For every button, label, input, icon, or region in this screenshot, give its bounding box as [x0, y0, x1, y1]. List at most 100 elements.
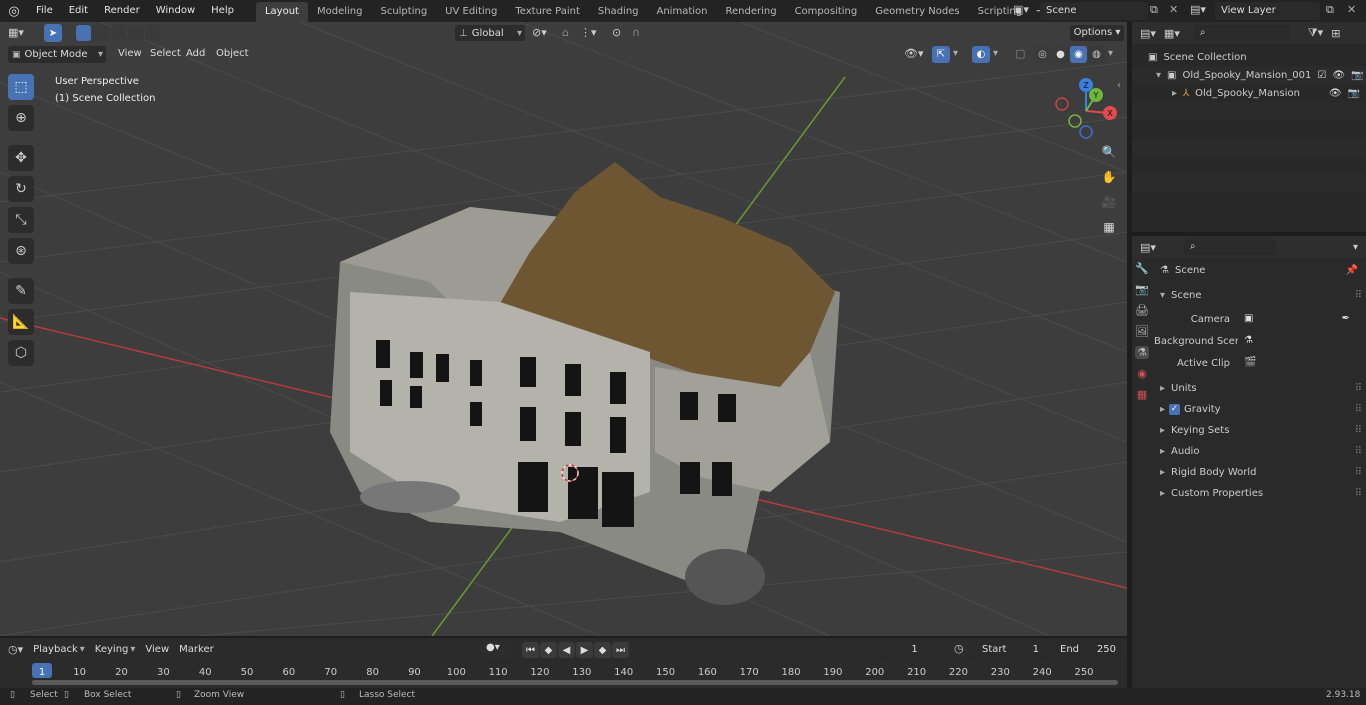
menu-playback[interactable]: Playback — [33, 644, 78, 655]
gizmo-neg-z-icon[interactable] — [1079, 125, 1093, 139]
section-rigid-body-world[interactable]: ▸ Rigid Body World ⠿ — [1154, 462, 1366, 483]
proportional-edit-icon[interactable]: ⊙ — [612, 26, 621, 39]
menu-add[interactable]: Add — [186, 48, 205, 59]
menu-view[interactable]: View — [118, 48, 142, 59]
view-layer-icon[interactable]: ▤▾ — [1190, 3, 1206, 16]
add-cube-tool-icon[interactable]: ⬡ — [8, 340, 34, 366]
blender-logo-icon[interactable]: ◎ — [0, 4, 28, 19]
outliner-editor-icon[interactable]: ▤▾ — [1140, 27, 1156, 40]
editor-type-button[interactable]: ▦▾ — [8, 26, 24, 39]
snap-target-icon[interactable]: ⋮▾ — [580, 26, 597, 39]
overlays-dropdown-icon[interactable]: ▾ — [993, 48, 998, 59]
section-audio[interactable]: ▸ Audio ⠿ — [1154, 441, 1366, 462]
transform-orientation-dropdown[interactable]: ⊥ Global ▾ — [455, 25, 525, 41]
start-frame-field[interactable]: Start 1 — [970, 641, 1045, 659]
camera-icon[interactable]: 📷 — [1348, 88, 1360, 99]
menu-select[interactable]: Select — [150, 48, 181, 59]
scene-type-icon[interactable]: ▣▾ — [1013, 3, 1037, 19]
tab-uv-editing[interactable]: UV Editing — [436, 2, 506, 22]
select-box-tool-icon[interactable]: ⬚ — [8, 74, 34, 100]
pin-icon[interactable]: 📌 — [1346, 265, 1358, 276]
select-invert-icon[interactable] — [128, 25, 144, 41]
tab-texture-paint[interactable]: Texture Paint — [506, 2, 589, 22]
eye-icon[interactable]: 👁 — [1329, 88, 1342, 99]
section-gravity[interactable]: ▸ ✓ Gravity ⠿ — [1154, 399, 1366, 420]
properties-options-icon[interactable]: ▾ — [1353, 242, 1358, 253]
pivot-point-icon[interactable]: ⊘▾ — [532, 26, 547, 39]
menu-edit[interactable]: Edit — [61, 0, 96, 22]
next-keyframe-icon[interactable]: ◆ — [594, 642, 611, 658]
properties-editor-icon[interactable]: ▤▾ — [1140, 241, 1156, 254]
move-tool-icon[interactable]: ✥ — [8, 145, 34, 171]
tab-compositing[interactable]: Compositing — [786, 2, 867, 22]
drag-handle-icon[interactable]: ⠿ — [1355, 488, 1362, 499]
menu-timeline-view[interactable]: View — [145, 644, 169, 655]
filter-icon[interactable]: ⧩▾ — [1308, 26, 1323, 40]
scene-props-icon[interactable]: ⚗ — [1135, 346, 1149, 359]
gizmo-neg-y-icon[interactable] — [1068, 114, 1082, 128]
select-subtract-icon[interactable] — [110, 25, 127, 41]
shading-modes[interactable]: ◎ ● ◉ ◍ — [1034, 46, 1105, 63]
gizmo-dropdown-icon[interactable]: ▾ — [953, 48, 958, 59]
preview-range-icon[interactable]: ◷ — [954, 642, 964, 655]
exclude-checkbox-icon[interactable]: ☑ — [1317, 70, 1326, 81]
new-collection-icon[interactable]: ⊞ — [1331, 27, 1340, 40]
3d-viewport[interactable]: ▦▾ ➤ ⊥ Global ▾ ⊘▾ ⌂ ⋮▾ ⊙ ∩ Options ▾ ▣ … — [0, 22, 1127, 636]
tab-shading[interactable]: Shading — [589, 2, 648, 22]
visibility-icon[interactable]: 👁▾ — [904, 47, 924, 60]
world-props-icon[interactable]: ◉ — [1137, 367, 1147, 380]
texture-props-icon[interactable]: ▦ — [1137, 388, 1147, 401]
view-layer-props-icon[interactable]: 🖼 — [1135, 325, 1149, 338]
select-new-icon[interactable] — [76, 25, 92, 41]
material-preview-shading-icon[interactable]: ◉ — [1070, 46, 1087, 63]
prev-keyframe-icon[interactable]: ◆ — [540, 642, 557, 658]
drag-handle-icon[interactable]: ⠿ — [1355, 290, 1362, 301]
tool-settings-icon[interactable]: 🔧 — [1135, 262, 1149, 275]
expand-arrow-icon[interactable]: ▾ — [1156, 70, 1161, 81]
select-intersect-icon[interactable] — [145, 25, 162, 41]
wireframe-shading-icon[interactable]: ◎ — [1034, 46, 1051, 63]
outliner-row-mansion-001[interactable]: ▾ ▣ Old_Spooky_Mansion_001 ☑ 👁 📷 — [1132, 66, 1366, 84]
annotate-tool-icon[interactable]: ✎ — [8, 278, 34, 304]
rotate-tool-icon[interactable]: ↻ — [8, 176, 34, 202]
falloff-icon[interactable]: ∩ — [632, 26, 640, 39]
drag-handle-icon[interactable]: ⠿ — [1355, 446, 1362, 457]
select-extend-icon[interactable] — [93, 25, 109, 41]
select-tool-button[interactable]: ➤ — [44, 24, 62, 42]
new-view-layer-icon[interactable]: ⧉ — [1326, 3, 1334, 17]
outliner-search-input[interactable]: ⌕ — [1193, 25, 1290, 41]
tab-rendering[interactable]: Rendering — [716, 2, 785, 22]
timeline-scrollbar[interactable] — [32, 680, 1118, 685]
drag-handle-icon[interactable]: ⠿ — [1355, 404, 1362, 415]
expand-arrow-icon[interactable]: ▸ — [1172, 88, 1177, 99]
menu-window[interactable]: Window — [148, 0, 203, 22]
delete-scene-icon[interactable]: ✕ — [1169, 3, 1178, 16]
section-keying-sets[interactable]: ▸ Keying Sets ⠿ — [1154, 420, 1366, 441]
menu-object[interactable]: Object — [216, 48, 249, 59]
properties-search-input[interactable]: ⌕ — [1183, 239, 1276, 255]
eyedropper-icon[interactable]: ✒ — [1342, 311, 1350, 327]
pan-hand-icon[interactable]: ✋ — [1098, 166, 1120, 188]
tab-geometry-nodes[interactable]: Geometry Nodes — [866, 2, 968, 22]
navigation-gizmo[interactable]: Z X Y — [1052, 75, 1122, 145]
transform-tool-icon[interactable]: ⊛ — [8, 238, 34, 264]
object-mode-dropdown[interactable]: ▣ Object Mode ▾ — [8, 46, 106, 63]
timeline-editor-icon[interactable]: ◷▾ — [8, 643, 23, 656]
camera-view-icon[interactable]: 🎥 — [1098, 191, 1120, 213]
display-mode-icon[interactable]: ▦▾ — [1164, 27, 1180, 40]
snap-toggle-icon[interactable]: ⌂ — [562, 26, 569, 39]
output-props-icon[interactable]: 🖨 — [1135, 304, 1149, 317]
xray-toggle-icon[interactable]: ▢ — [1015, 47, 1025, 60]
outliner-row-root[interactable]: ▣ Scene Collection — [1132, 48, 1366, 66]
zoom-icon[interactable]: 🔍 — [1098, 141, 1120, 163]
gizmo-toggle-icon[interactable]: ⇱ — [932, 46, 950, 63]
camera-icon[interactable]: 📷 — [1351, 70, 1363, 81]
jump-end-icon[interactable]: ⏭ — [612, 642, 629, 658]
play-reverse-icon[interactable]: ◀ — [558, 642, 575, 658]
jump-start-icon[interactable]: ⏮ — [522, 642, 539, 658]
solid-shading-icon[interactable]: ● — [1052, 46, 1069, 63]
end-frame-field[interactable]: End 250 — [1048, 641, 1122, 659]
scale-tool-icon[interactable]: ⤡ — [8, 207, 34, 233]
outliner-row-mansion[interactable]: ▸ ⅄ Old_Spooky_Mansion 👁 📷 — [1132, 84, 1366, 102]
measure-tool-icon[interactable]: 📐 — [8, 309, 34, 335]
